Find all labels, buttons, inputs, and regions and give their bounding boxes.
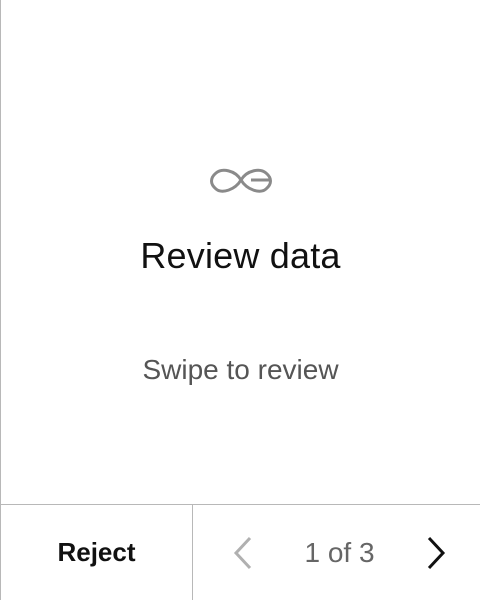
chevron-left-icon [233, 536, 252, 569]
page-title: Review data [140, 235, 341, 276]
review-footer: Reject 1 of 3 [1, 504, 480, 600]
swipe-hint: Swipe to review [142, 354, 339, 385]
app-logo-icon [210, 168, 272, 193]
review-screen: Review data Swipe to review Reject 1 of … [0, 0, 480, 600]
chevron-right-icon [427, 536, 446, 569]
page-indicator: 1 of 3 [304, 536, 375, 568]
review-content: Review data Swipe to review [1, 0, 480, 504]
reject-button[interactable]: Reject [1, 505, 193, 600]
previous-button[interactable] [227, 533, 259, 573]
pager: 1 of 3 [193, 505, 480, 600]
next-button[interactable] [420, 533, 452, 573]
